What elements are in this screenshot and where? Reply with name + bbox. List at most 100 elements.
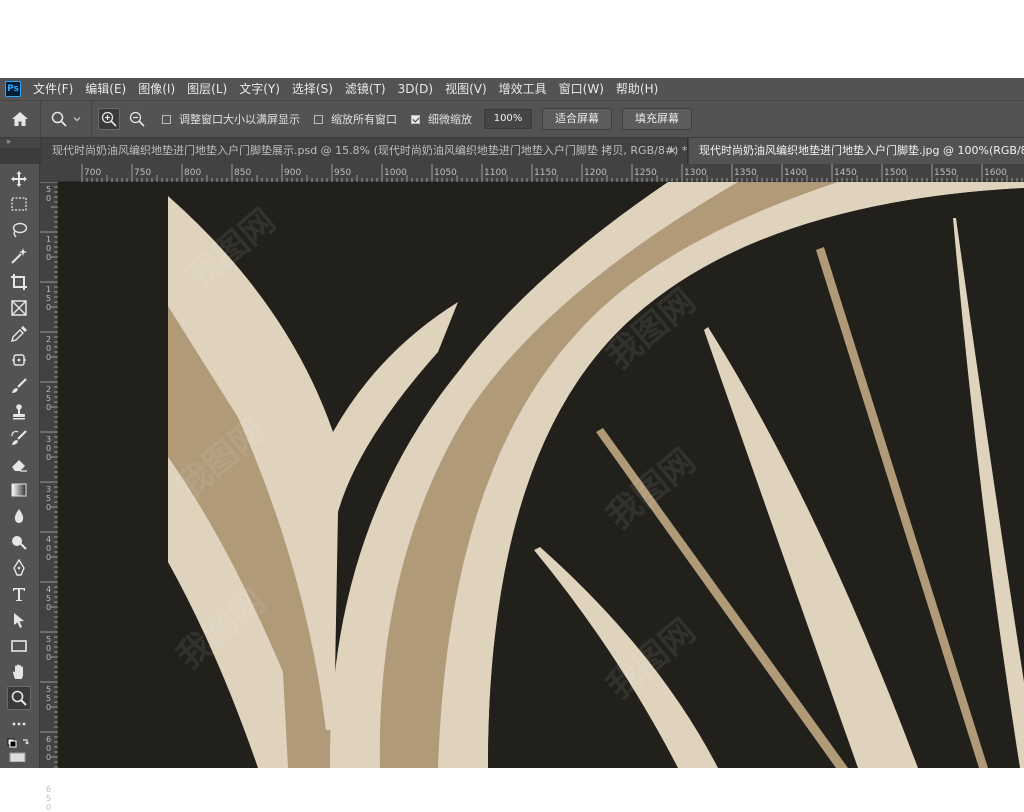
ruler-ticks [40,182,58,768]
menu-filter[interactable]: 滤镜(T) [339,78,392,100]
crop-icon [11,274,27,290]
tab-title: 现代时尚奶油风编织地垫进门地垫入户门脚垫展示.psd @ 15.8% (现代时尚… [52,144,688,157]
ruler-label: 50 [46,185,52,203]
brush-tool[interactable] [7,374,31,398]
menu-window[interactable]: 窗口(W) [553,78,610,100]
menu-image[interactable]: 图像(I) [132,78,181,100]
zoom-out-button[interactable] [126,108,148,130]
close-icon[interactable]: × [668,138,677,164]
stamp-icon [13,404,25,420]
blur-tool[interactable] [7,504,31,528]
marquee-tool[interactable] [7,192,31,216]
tool-preset-picker[interactable] [41,100,92,138]
healing-brush-tool[interactable] [7,348,31,372]
dodge-icon [12,536,27,550]
ruler-label: 900 [284,168,302,178]
zoom-tool[interactable] [7,686,31,710]
ruler-label: 1150 [534,168,557,178]
tab-document-psd[interactable]: 现代时尚奶油风编织地垫进门地垫入户门脚垫展示.psd @ 15.8% (现代时尚… [42,138,688,164]
horizontal-ruler[interactable]: 700 750 800 850 900 950 1000 1050 1100 1150 1200 12… [58,164,1024,182]
clone-stamp-tool[interactable] [7,400,31,424]
healing-icon [12,354,26,366]
history-brush-tool[interactable] [7,426,31,450]
tab-title: 现代时尚奶油风编织地垫进门地垫入户门脚垫.jpg @ 100%(RGB/8#) [699,144,1024,157]
chevron-down-icon [73,117,80,122]
checkbox-box-checked[interactable] [411,114,420,124]
ruler-corner[interactable] [40,164,58,182]
ruler-label: 1200 [584,168,607,178]
gradient-tool[interactable] [7,478,31,502]
scrubby-zoom-checkbox[interactable]: 细微缩放 [411,111,472,127]
type-tool[interactable] [7,582,31,606]
ruler-label: 850 [234,168,252,178]
ruler-label: 1100 [484,168,507,178]
fill-screen-button[interactable]: 填充屏幕 [622,108,692,130]
ruler-label: 600 [46,735,52,762]
ruler-label: 800 [184,168,202,178]
history-brush-icon [11,430,27,445]
checkbox-box[interactable] [314,114,323,124]
zoom-value-field[interactable]: 100% [484,109,532,129]
hand-tool[interactable] [7,660,31,684]
eraser-tool[interactable] [7,452,31,476]
document-canvas[interactable]: 我图网 我图网 我图网 我图网 我图网 我图网 [58,182,1024,768]
brush-icon [12,378,27,393]
tab-document-jpg[interactable]: 现代时尚奶油风编织地垫进门地垫入户门脚垫.jpg @ 100%(RGB/8#) [689,138,1024,164]
ruler-label: 350 [46,485,52,512]
home-button[interactable] [0,100,41,138]
move-icon [11,171,27,187]
zoom-in-button[interactable] [98,108,120,130]
lasso-icon [12,222,28,238]
menu-bar: Ps 文件(F) 编辑(E) 图像(I) 图层(L) 文字(Y) 选择(S) 滤… [0,78,1024,100]
menu-select[interactable]: 选择(S) [286,78,339,100]
menu-edit[interactable]: 编辑(E) [79,78,132,100]
zoom-all-windows-checkbox[interactable]: 缩放所有窗口 [314,111,397,127]
ruler-label: 650 [46,785,52,812]
menu-layer[interactable]: 图层(L) [181,78,233,100]
ruler-label: 200 [46,335,52,362]
menu-3d[interactable]: 3D(D) [392,78,439,100]
eyedropper-icon [11,326,27,342]
ruler-label: 250 [46,385,52,412]
magic-wand-tool[interactable] [7,244,31,268]
dodge-tool[interactable] [7,530,31,554]
fit-screen-button[interactable]: 适合屏幕 [542,108,612,130]
zoom-icon [11,690,27,706]
menu-view[interactable]: 视图(V) [439,78,493,100]
resize-windows-checkbox[interactable]: 调整窗口大小以满屏显示 [162,111,300,127]
blur-icon [14,509,24,523]
panel-collapse-handle[interactable]: » [0,138,40,148]
ruler-label: 750 [134,168,152,178]
ruler-label: 1550 [934,168,957,178]
ruler-label: 400 [46,535,52,562]
more-tools[interactable] [7,712,31,736]
menu-help[interactable]: 帮助(H) [610,78,664,100]
photoshop-logo-icon[interactable]: Ps [5,81,21,97]
pen-tool[interactable] [7,556,31,580]
eyedropper-tool[interactable] [7,322,31,346]
menu-type[interactable]: 文字(Y) [233,78,286,100]
lasso-tool[interactable] [7,218,31,242]
tools-panel [0,164,40,768]
rectangle-tool[interactable] [7,634,31,658]
move-tool[interactable] [7,167,31,191]
zoom-in-icon [101,111,117,127]
color-swatches[interactable] [7,738,31,762]
frame-tool[interactable] [7,296,31,320]
path-selection-tool[interactable] [7,608,31,632]
crop-tool[interactable] [7,270,31,294]
ruler-label: 700 [84,168,102,178]
colors-icon [7,738,29,762]
menu-plugins[interactable]: 增效工具 [493,78,553,100]
menu-file[interactable]: 文件(F) [27,78,79,100]
ruler-label: 1350 [734,168,757,178]
checkbox-box[interactable] [162,114,171,124]
vertical-ruler[interactable]: 50 100 150 200 250 300 350 400 450 500 550 600 650 [40,182,58,812]
ruler-label: 1400 [784,168,807,178]
frame-icon [11,300,27,316]
zoom-tool-icon [51,111,67,127]
page-margin [0,0,1024,78]
ruler-label: 500 [46,635,52,662]
ruler-label: 950 [334,168,352,178]
ruler-label: 100 [46,235,52,262]
